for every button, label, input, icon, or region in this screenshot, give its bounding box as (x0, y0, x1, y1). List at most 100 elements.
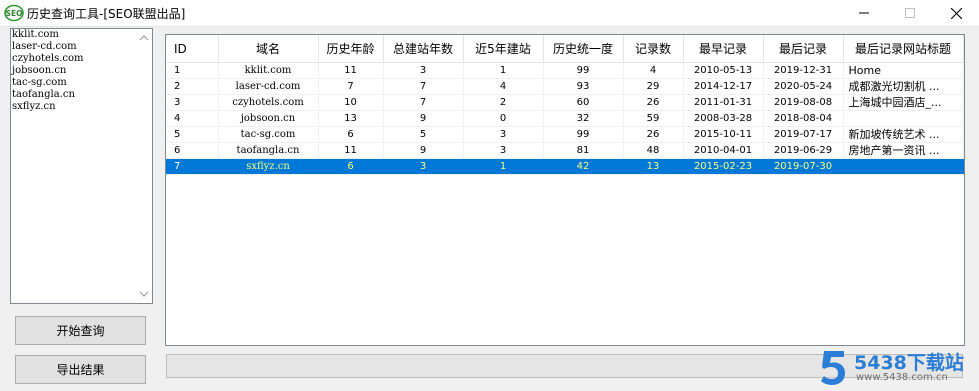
table-cell: 3 (463, 142, 544, 159)
table-cell: 13 (623, 158, 684, 175)
table-cell: 2010-05-13 (683, 62, 764, 79)
minimize-icon (859, 12, 869, 14)
scroll-down-icon[interactable] (139, 289, 149, 299)
table-cell: 2019-12-31 (763, 62, 844, 79)
table-cell: 6 (166, 142, 219, 159)
table-cell: 2020-05-24 (763, 78, 844, 95)
svg-text:SEO: SEO (6, 9, 23, 18)
table-cell: 新加坡传统艺术 ... (843, 126, 964, 143)
table-cell: 99 (543, 62, 624, 79)
table-cell: 11 (318, 62, 384, 79)
results-table[interactable]: ID 域名 历史年龄 总建站年数 近5年建站 历史统一度 记录数 最早记录 最后… (165, 34, 965, 346)
table-cell: jobsoon.cn (218, 110, 319, 127)
close-icon (950, 7, 962, 19)
close-button[interactable] (933, 0, 979, 26)
table-cell: 4 (463, 78, 544, 95)
table-cell: 2015-02-23 (683, 158, 764, 175)
table-cell: 3 (166, 94, 219, 111)
table-cell: 6 (318, 126, 384, 143)
domain-list-line: sxflyz.cn (12, 101, 56, 112)
table-cell (843, 110, 964, 127)
table-cell: 42 (543, 158, 624, 175)
table-cell: 26 (623, 126, 684, 143)
table-cell: 10 (318, 94, 384, 111)
table-cell: 上海城中园酒店_... (843, 94, 964, 111)
table-cell: 99 (543, 126, 624, 143)
table-cell: 2011-01-31 (683, 94, 764, 111)
table-row[interactable]: 7 sxflyz.cn 6 3 1 42 13 2015-02-23 2019-07-30 (166, 158, 964, 175)
column-header[interactable]: 域名 (218, 35, 319, 63)
maximize-button[interactable] (887, 0, 933, 26)
table-row[interactable]: 3 czyhotels.com 10 7 2 60 26 2011-01-31 2019-08-… (166, 94, 964, 111)
table-cell: 2 (463, 94, 544, 111)
table-cell: 2008-03-28 (683, 110, 764, 127)
table-cell: 2019-07-17 (763, 126, 844, 143)
seo-app-icon: SEO (4, 4, 24, 22)
table-cell: 2014-12-17 (683, 78, 764, 95)
table-cell: 11 (318, 142, 384, 159)
domain-list-line: jobsoon.cn (12, 65, 67, 76)
domain-list-line: kklit.com (12, 29, 59, 40)
column-header[interactable]: 历史年龄 (318, 35, 384, 63)
table-cell: czyhotels.com (218, 94, 319, 111)
domain-list-line: czyhotels.com (12, 53, 84, 64)
table-cell: 93 (543, 78, 624, 95)
window-title: 历史查询工具-[SEO联盟出品] (27, 7, 186, 21)
scroll-up-icon[interactable] (139, 33, 149, 43)
column-header[interactable]: 历史统一度 (543, 35, 624, 63)
table-cell: laser-cd.com (218, 78, 319, 95)
maximize-icon (905, 8, 915, 18)
table-cell: 0 (463, 110, 544, 127)
table-cell: 81 (543, 142, 624, 159)
table-cell: 2010-04-01 (683, 142, 764, 159)
start-query-button[interactable]: 开始查询 (15, 316, 146, 345)
table-cell: 2019-07-30 (763, 158, 844, 175)
table-cell: 48 (623, 142, 684, 159)
table-cell: 成都激光切割机 ... (843, 78, 964, 95)
table-cell: 9 (383, 142, 464, 159)
domain-list-items: kklit.com laser-cd.com czyhotels.com jobsoo… (11, 29, 152, 113)
watermark-text: 5438下载站 (854, 352, 964, 374)
table-cell: 3 (383, 62, 464, 79)
minimize-button[interactable] (841, 0, 887, 26)
table-row[interactable]: 2 laser-cd.com 7 7 4 93 29 2014-12-17 2020-05-24… (166, 78, 964, 95)
column-header[interactable]: 最早记录 (683, 35, 764, 63)
column-header[interactable]: 总建站年数 (383, 35, 464, 63)
table-cell: 1 (166, 62, 219, 79)
table-cell: Home (843, 62, 964, 79)
title-bar[interactable]: SEO 历史查询工具-[SEO联盟出品] (0, 0, 979, 27)
column-header[interactable]: 近5年建站 (463, 35, 544, 63)
table-cell: 1 (463, 158, 544, 175)
table-cell: 13 (318, 110, 384, 127)
export-results-button[interactable]: 导出结果 (15, 355, 146, 384)
table-cell: 2019-06-29 (763, 142, 844, 159)
table-cell: 3 (463, 126, 544, 143)
table-body: 1 kklit.com 11 3 1 99 4 2010-05-13 2019-12-31 Hom… (166, 62, 964, 175)
table-cell: 32 (543, 110, 624, 127)
table-cell: 2019-08-08 (763, 94, 844, 111)
watermark-url: www.5438.com.cn (856, 372, 948, 383)
table-cell (843, 158, 964, 175)
table-row[interactable]: 4 jobsoon.cn 13 9 0 32 59 2008-03-28 2018-08-04 (166, 110, 964, 127)
table-cell: sxflyz.cn (218, 158, 319, 175)
domain-list-scrollbar[interactable] (136, 29, 152, 303)
domain-list-line: laser-cd.com (12, 41, 77, 52)
table-row[interactable]: 1 kklit.com 11 3 1 99 4 2010-05-13 2019-12-31 Hom… (166, 62, 964, 79)
table-cell: kklit.com (218, 62, 319, 79)
table-row[interactable]: 5 tac-sg.com 6 5 3 99 26 2015-10-11 2019-07-17 新加… (166, 126, 964, 143)
domain-list-input[interactable]: kklit.com laser-cd.com czyhotels.com jobsoo… (10, 28, 153, 304)
table-cell: 2015-10-11 (683, 126, 764, 143)
table-cell: 2 (166, 78, 219, 95)
table-cell: taofangla.cn (218, 142, 319, 159)
column-header[interactable]: 最后记录 (763, 35, 844, 63)
column-header[interactable]: 记录数 (623, 35, 684, 63)
table-row[interactable]: 6 taofangla.cn 11 9 3 81 48 2010-04-01 2019-06-2… (166, 142, 964, 159)
column-header[interactable]: 最后记录网站标题 (843, 35, 964, 63)
table-cell: 3 (383, 158, 464, 175)
domain-list-line: taofangla.cn (12, 89, 75, 100)
table-cell: 60 (543, 94, 624, 111)
column-header[interactable]: ID (166, 35, 219, 63)
table-cell: 26 (623, 94, 684, 111)
table-cell: 9 (383, 110, 464, 127)
table-cell: 7 (383, 78, 464, 95)
